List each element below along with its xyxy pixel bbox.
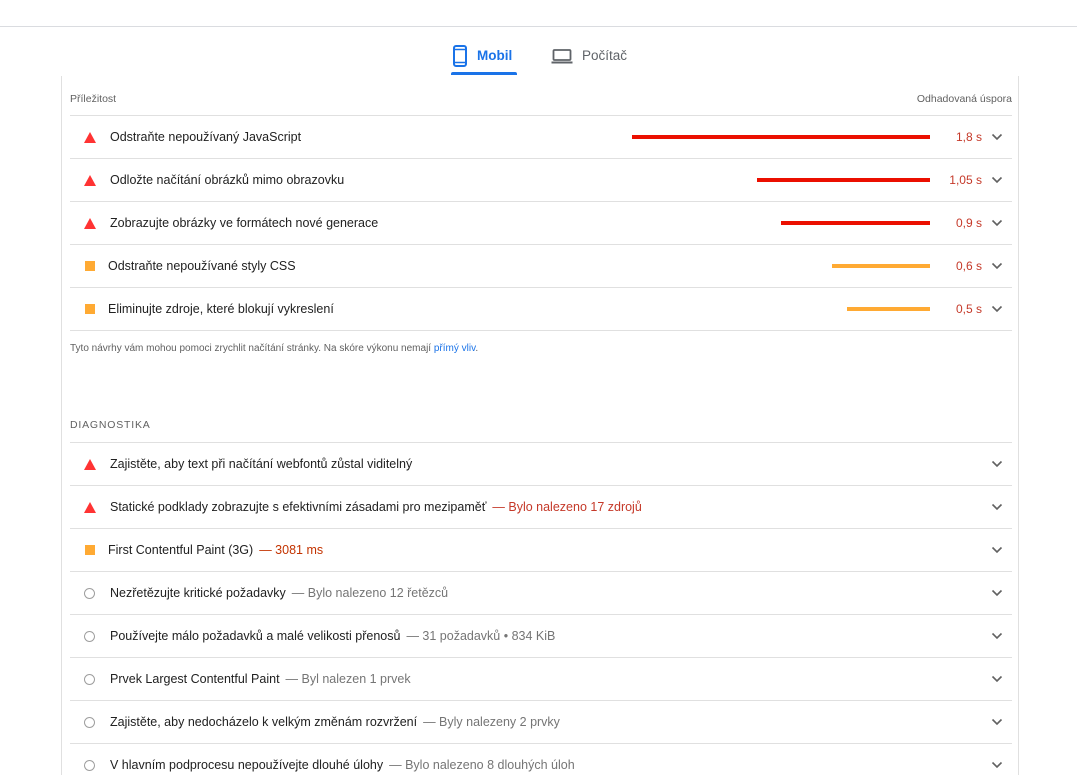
opportunity-row[interactable]: Odstraňte nepoužívané styly CSS 0,6 s bbox=[70, 245, 1012, 288]
opportunities-list: Odstraňte nepoužívaný JavaScript 1,8 s Odl… bbox=[70, 115, 1012, 331]
opportunity-row[interactable]: Odložte načítání obrázků mimo obrazovku 1… bbox=[70, 159, 1012, 202]
chevron-down-icon[interactable] bbox=[991, 503, 1003, 511]
smartphone-icon bbox=[453, 44, 467, 67]
diagnostic-title-wrap: First Contentful Paint (3G) — 3081 ms bbox=[108, 543, 323, 557]
diagnostic-title-wrap: V hlavním podprocesu nepoužívejte dlouhé… bbox=[110, 758, 575, 772]
opportunities-note: Tyto návrhy vám mohou pomoci zrychlit na… bbox=[70, 343, 478, 354]
tab-mobile-label: Mobil bbox=[477, 48, 513, 63]
diagnostic-row[interactable]: V hlavním podprocesu nepoužívejte dlouhé… bbox=[70, 744, 1012, 775]
diagnostics-title: DIAGNOSTIKA bbox=[70, 419, 151, 431]
diagnostic-row[interactable]: First Contentful Paint (3G) — 3081 ms bbox=[70, 529, 1012, 572]
opportunity-title: Eliminujte zdroje, které blokují vykresl… bbox=[108, 302, 334, 316]
diagnostic-row[interactable]: Statické podklady zobrazujte s efektivní… bbox=[70, 486, 1012, 529]
savings-value: 0,5 s bbox=[955, 302, 982, 316]
chevron-down-icon[interactable] bbox=[991, 460, 1003, 468]
fail-triangle-icon bbox=[83, 217, 96, 229]
note-text: Tyto návrhy vám mohou pomoci zrychlit na… bbox=[70, 343, 432, 354]
diagnostic-title: Nezřetězujte kritické požadavky bbox=[110, 586, 286, 600]
laptop-icon bbox=[551, 48, 573, 63]
diagnostic-detail: — Bylo nalezeno 8 dlouhých úloh bbox=[389, 758, 575, 772]
chevron-down-icon[interactable] bbox=[991, 675, 1003, 683]
savings-value: 1,8 s bbox=[955, 130, 982, 144]
diagnostic-detail: — Byl nalezen 1 prvek bbox=[285, 672, 411, 686]
diagnostic-title-wrap: Nezřetězujte kritické požadavky — Bylo na… bbox=[110, 586, 448, 600]
fail-triangle-icon bbox=[83, 501, 96, 513]
chevron-down-icon[interactable] bbox=[991, 176, 1003, 184]
chevron-down-icon[interactable] bbox=[991, 305, 1003, 313]
tab-desktop-label: Počítač bbox=[582, 48, 628, 63]
diagnostic-detail: — Bylo nalezeno 17 zdrojů bbox=[492, 500, 642, 514]
diagnostic-row[interactable]: Zajistěte, aby text při načítání webfont… bbox=[70, 443, 1012, 486]
savings-bar bbox=[781, 221, 930, 225]
info-circle-icon bbox=[83, 587, 96, 599]
top-divider bbox=[0, 26, 1077, 27]
chevron-down-icon[interactable] bbox=[991, 546, 1003, 554]
diagnostic-title: Zajistěte, aby text při načítání webfont… bbox=[110, 457, 413, 471]
diagnostic-row[interactable]: Používejte málo požadavků a malé velikos… bbox=[70, 615, 1012, 658]
tab-desktop[interactable]: Počítač bbox=[551, 36, 641, 75]
diagnostic-row[interactable]: Nezřetězujte kritické požadavky — Bylo na… bbox=[70, 572, 1012, 615]
opportunity-title: Odložte načítání obrázků mimo obrazovku bbox=[110, 173, 345, 187]
opportunity-title: Odstraňte nepoužívaný JavaScript bbox=[110, 130, 302, 144]
savings-value: 0,6 s bbox=[955, 259, 982, 273]
average-square-icon bbox=[83, 544, 96, 556]
average-square-icon bbox=[83, 303, 96, 315]
chevron-down-icon[interactable] bbox=[991, 761, 1003, 769]
opportunity-title: Odstraňte nepoužívané styly CSS bbox=[108, 259, 296, 273]
diagnostic-detail: — Bylo nalezeno 12 řetězců bbox=[291, 586, 449, 600]
average-square-icon bbox=[83, 260, 96, 272]
diagnostic-title-wrap: Prvek Largest Contentful Paint — Byl nale… bbox=[110, 672, 411, 686]
opportunity-column-label: Příležitost bbox=[70, 93, 117, 105]
diagnostic-title-wrap: Zajistěte, aby text při načítání webfont… bbox=[110, 457, 412, 471]
diagnostic-row[interactable]: Prvek Largest Contentful Paint — Byl nale… bbox=[70, 658, 1012, 701]
info-circle-icon bbox=[83, 673, 96, 685]
diagnostic-title: First Contentful Paint (3G) bbox=[108, 543, 254, 557]
chevron-down-icon[interactable] bbox=[991, 718, 1003, 726]
fail-triangle-icon bbox=[83, 131, 96, 143]
tab-mobile[interactable]: Mobil bbox=[452, 36, 516, 75]
chevron-down-icon[interactable] bbox=[991, 219, 1003, 227]
device-tabs: Mobil Počítač bbox=[0, 36, 1077, 76]
diagnostic-title: Používejte málo požadavků a malé velikos… bbox=[110, 629, 401, 643]
diagnostic-title-wrap: Používejte málo požadavků a malé velikos… bbox=[110, 629, 555, 643]
diagnostic-title: Prvek Largest Contentful Paint bbox=[110, 672, 280, 686]
diagnostic-detail: — 3081 ms bbox=[259, 543, 324, 557]
opportunity-row[interactable]: Eliminujte zdroje, které blokují vykresl… bbox=[70, 288, 1012, 331]
direct-impact-link[interactable]: přímý vliv bbox=[434, 343, 475, 354]
savings-bar bbox=[832, 264, 930, 268]
info-circle-icon bbox=[83, 630, 96, 642]
info-circle-icon bbox=[83, 759, 96, 771]
chevron-down-icon[interactable] bbox=[991, 133, 1003, 141]
chevron-down-icon[interactable] bbox=[991, 632, 1003, 640]
savings-bar bbox=[847, 307, 930, 311]
savings-bar bbox=[757, 178, 930, 182]
fail-triangle-icon bbox=[83, 458, 96, 470]
savings-bar bbox=[632, 135, 930, 139]
opportunity-row[interactable]: Zobrazujte obrázky ve formátech nové gen… bbox=[70, 202, 1012, 245]
diagnostic-title: Statické podklady zobrazujte s efektivní… bbox=[110, 500, 487, 514]
diagnostics-list: Zajistěte, aby text při načítání webfont… bbox=[70, 442, 1012, 775]
audit-panel: Příležitost Odhadovaná úspora Odstraňte … bbox=[61, 76, 1019, 775]
chevron-down-icon[interactable] bbox=[991, 589, 1003, 597]
savings-value: 1,05 s bbox=[949, 173, 982, 187]
savings-column-label: Odhadovaná úspora bbox=[916, 93, 1012, 105]
opportunity-row[interactable]: Odstraňte nepoužívaný JavaScript 1,8 s bbox=[70, 116, 1012, 159]
diagnostic-title-wrap: Statické podklady zobrazujte s efektivní… bbox=[110, 500, 642, 514]
active-tab-indicator bbox=[451, 72, 517, 75]
diagnostic-title-wrap: Zajistěte, aby nedocházelo k velkým změn… bbox=[110, 715, 560, 729]
opportunity-title: Zobrazujte obrázky ve formátech nové gen… bbox=[110, 216, 379, 230]
fail-triangle-icon bbox=[83, 174, 96, 186]
diagnostic-detail: — 31 požadavků • 834 KiB bbox=[406, 629, 556, 643]
diagnostic-title: V hlavním podprocesu nepoužívejte dlouhé… bbox=[110, 758, 384, 772]
diagnostic-detail: — Byly nalezeny 2 prvky bbox=[423, 715, 560, 729]
info-circle-icon bbox=[83, 716, 96, 728]
diagnostic-row[interactable]: Zajistěte, aby nedocházelo k velkým změn… bbox=[70, 701, 1012, 744]
savings-value: 0,9 s bbox=[955, 216, 982, 230]
note-end: . bbox=[475, 343, 479, 354]
opportunities-header: Příležitost Odhadovaná úspora bbox=[70, 93, 1012, 105]
chevron-down-icon[interactable] bbox=[991, 262, 1003, 270]
diagnostic-title: Zajistěte, aby nedocházelo k velkým změn… bbox=[110, 715, 418, 729]
